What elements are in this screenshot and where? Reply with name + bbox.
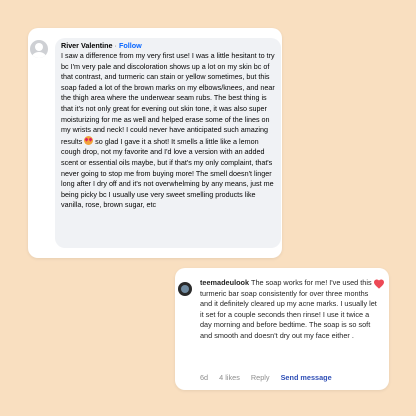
comment-text-part-1: I saw a difference from my very first us… <box>61 51 275 146</box>
username[interactable]: teemadeulook <box>200 278 249 287</box>
heart-icon[interactable] <box>373 278 385 290</box>
comment-text-part-2: so glad I gave it a shot! It smells a li… <box>61 136 274 210</box>
separator-dot: · <box>114 41 117 50</box>
reply-button[interactable]: Reply <box>251 373 270 382</box>
comment-actions: 6d 4 likes Reply Send message <box>200 373 380 383</box>
author-name[interactable]: River Valentine <box>61 41 113 50</box>
likes-count[interactable]: 4 likes <box>219 373 240 382</box>
default-avatar-icon[interactable] <box>30 40 48 58</box>
comment-text: I saw a difference from my very first us… <box>61 51 275 211</box>
comment-bubble: River Valentine · Follow I saw a differe… <box>55 38 281 248</box>
follow-button[interactable]: Follow <box>119 41 142 50</box>
heart-eyes-emoji-icon <box>84 135 94 145</box>
comment-text: The soap works for me! I've used this tu… <box>200 278 377 340</box>
facebook-comment-card: River Valentine · Follow I saw a differe… <box>28 28 282 258</box>
send-message-button[interactable]: Send message <box>281 373 332 382</box>
comment-content: teemadeulook The soap works for me! I've… <box>200 278 378 341</box>
avatar[interactable] <box>178 282 192 296</box>
instagram-comment-card: teemadeulook The soap works for me! I've… <box>175 268 389 390</box>
comment-header: River Valentine · Follow <box>61 41 275 51</box>
timestamp: 6d <box>200 373 209 382</box>
